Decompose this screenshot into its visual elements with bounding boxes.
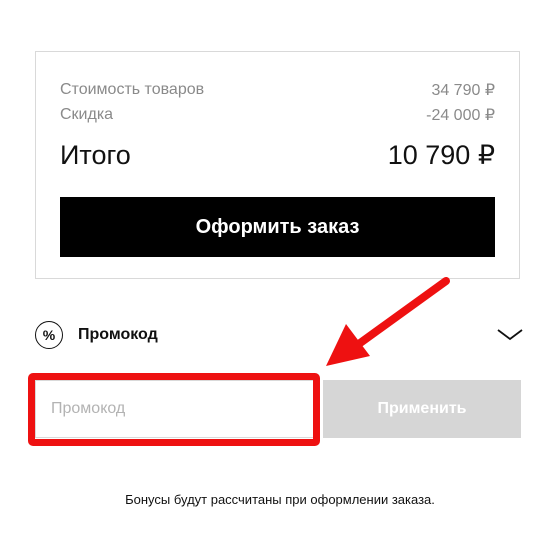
discount-label: Скидка [60,106,114,123]
discount-value: -24 000 ₽ [426,107,495,124]
apply-promo-button[interactable]: Применить [323,380,521,438]
cost-row: Стоимость товаров 34 790 ₽ [60,80,495,100]
promo-code-input[interactable] [36,381,316,437]
cost-label: Стоимость товаров [60,81,205,98]
discount-row: Скидка -24 000 ₽ [60,105,495,125]
promo-toggle[interactable]: % Промокод [35,318,525,352]
promo-input-wrapper [35,380,317,438]
checkout-button[interactable]: Оформить заказ [60,197,495,257]
bonus-note: Бонусы будут рассчитаны при оформлении з… [125,492,435,507]
promo-title: Промокод [78,326,158,343]
total-value: 10 790 ₽ [387,140,495,170]
total-row: Итого 10 790 ₽ [60,140,495,171]
percent-icon: % [35,321,63,349]
order-summary-card: Стоимость товаров 34 790 ₽ Скидка -24 00… [35,51,520,279]
total-label: Итого [60,140,131,170]
chevron-down-icon[interactable] [497,328,523,342]
cost-value: 34 790 ₽ [431,82,495,99]
